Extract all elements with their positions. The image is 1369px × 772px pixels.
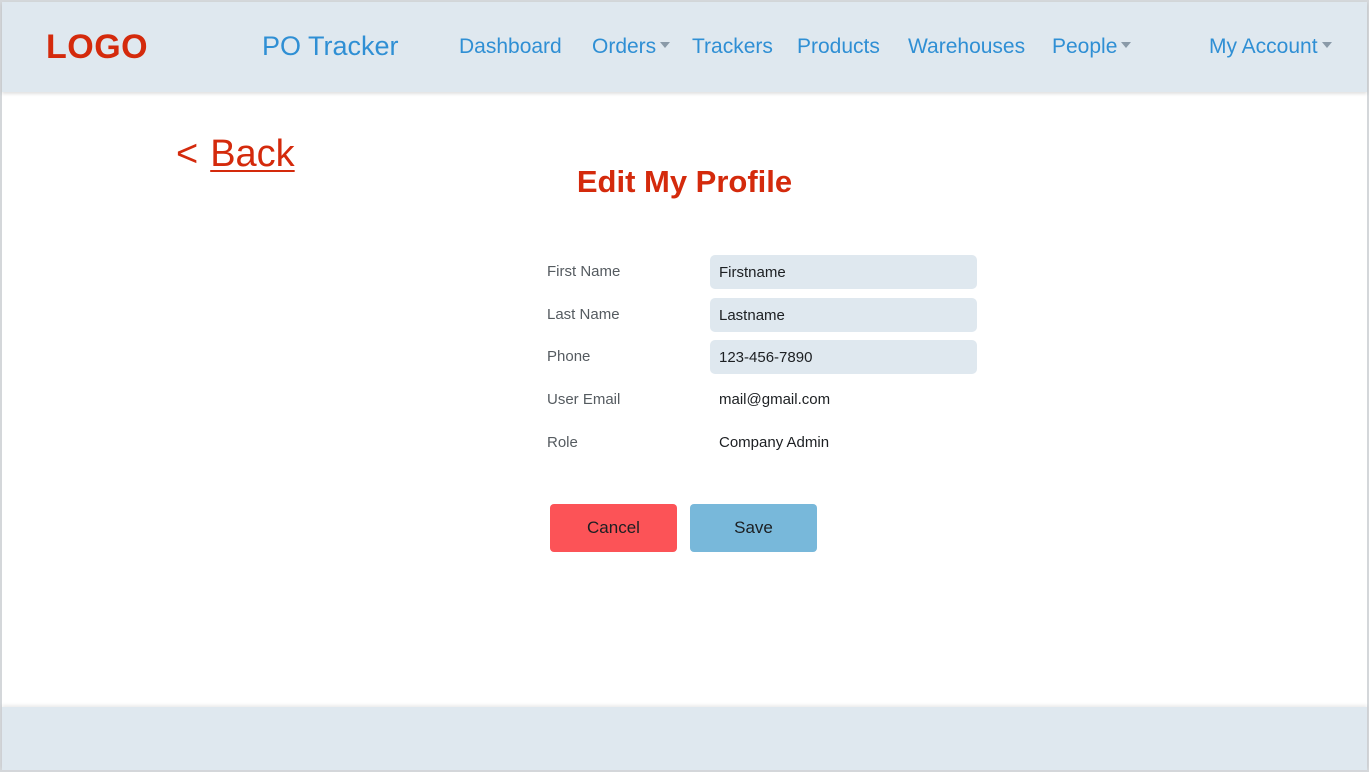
nav-dashboard[interactable]: Dashboard [459,35,562,59]
app-title[interactable]: PO Tracker [262,31,399,62]
last-name-label: Last Name [547,306,620,323]
chevron-down-icon [1121,42,1132,49]
phone-input[interactable] [710,340,977,374]
role-value: Company Admin [719,434,830,451]
chevron-down-icon [660,42,671,49]
nav-products[interactable]: Products [797,35,880,59]
phone-label: Phone [547,348,591,365]
nav-dashboard-label: Dashboard [459,35,562,58]
save-button[interactable]: Save [690,504,817,552]
nav-trackers-label: Trackers [692,35,773,58]
user-email-value: mail@gmail.com [719,391,831,408]
nav-warehouses[interactable]: Warehouses [908,35,1025,59]
role-label: Role [547,434,578,451]
nav-my-account-label: My Account [1209,35,1318,58]
nav-my-account[interactable]: My Account [1209,35,1332,59]
nav-people-label: People [1052,35,1118,58]
nav-orders-label: Orders [592,35,657,58]
logo[interactable]: LOGO [46,28,148,67]
first-name-input[interactable] [710,255,977,289]
nav-trackers[interactable]: Trackers [692,35,773,59]
last-name-input[interactable] [710,298,977,332]
cancel-button[interactable]: Cancel [550,504,677,552]
nav-products-label: Products [797,35,880,58]
footer [2,707,1367,770]
first-name-label: First Name [547,263,621,280]
nav-people[interactable]: People [1052,35,1132,59]
page-frame [0,0,1369,772]
nav-warehouses-label: Warehouses [908,35,1026,58]
user-email-label: User Email [547,391,621,408]
nav-orders[interactable]: Orders [592,35,671,59]
page-title: Edit My Profile [576,164,793,199]
top-navbar: LOGO PO Tracker Dashboard Orders Tracker… [2,2,1367,92]
chevron-down-icon [1321,42,1332,49]
